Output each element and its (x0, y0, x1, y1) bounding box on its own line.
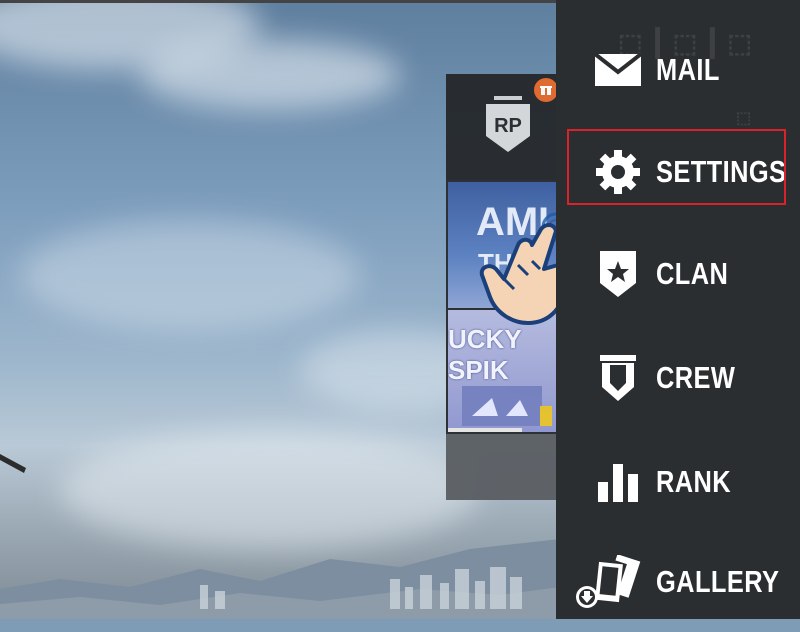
rp-panel-footer (446, 434, 560, 500)
menu-item-crew[interactable]: CREW (556, 328, 800, 428)
mail-icon (592, 44, 644, 96)
menu-item-clan[interactable]: CLAN (556, 224, 800, 324)
menu-item-label: CREW (656, 360, 736, 395)
menu-item-gallery[interactable]: GALLERY (556, 532, 800, 632)
rp-header[interactable]: RP (446, 74, 560, 180)
gallery-cards-icon (566, 555, 646, 608)
settings-highlight-box (567, 129, 786, 205)
rp-badge-text: RP (494, 115, 522, 137)
clan-shield-icon (592, 248, 644, 300)
top-edge-bar (0, 0, 560, 3)
crew-banner-icon (592, 352, 644, 404)
rank-bars-icon (592, 456, 644, 508)
menu-item-label: CLAN (656, 256, 729, 291)
rp-badge-icon: RP (486, 96, 530, 152)
weapon-barrel (0, 454, 26, 473)
side-menu: ⬚ ┃ ⬚ ┃ ⬚ ⬚ MAIL SETTINGS CLAN CREW RANK… (556, 0, 800, 619)
rp-progress-bar (448, 428, 522, 432)
menu-item-mail[interactable]: MAIL (556, 20, 800, 120)
menu-item-label: GALLERY (656, 564, 780, 599)
menu-item-rank[interactable]: RANK (556, 432, 800, 532)
menu-item-label: MAIL (656, 52, 720, 87)
menu-item-label: RANK (656, 464, 732, 499)
event-card-art (462, 386, 552, 426)
gift-notification-icon (534, 78, 558, 102)
mountain-range (0, 539, 560, 619)
